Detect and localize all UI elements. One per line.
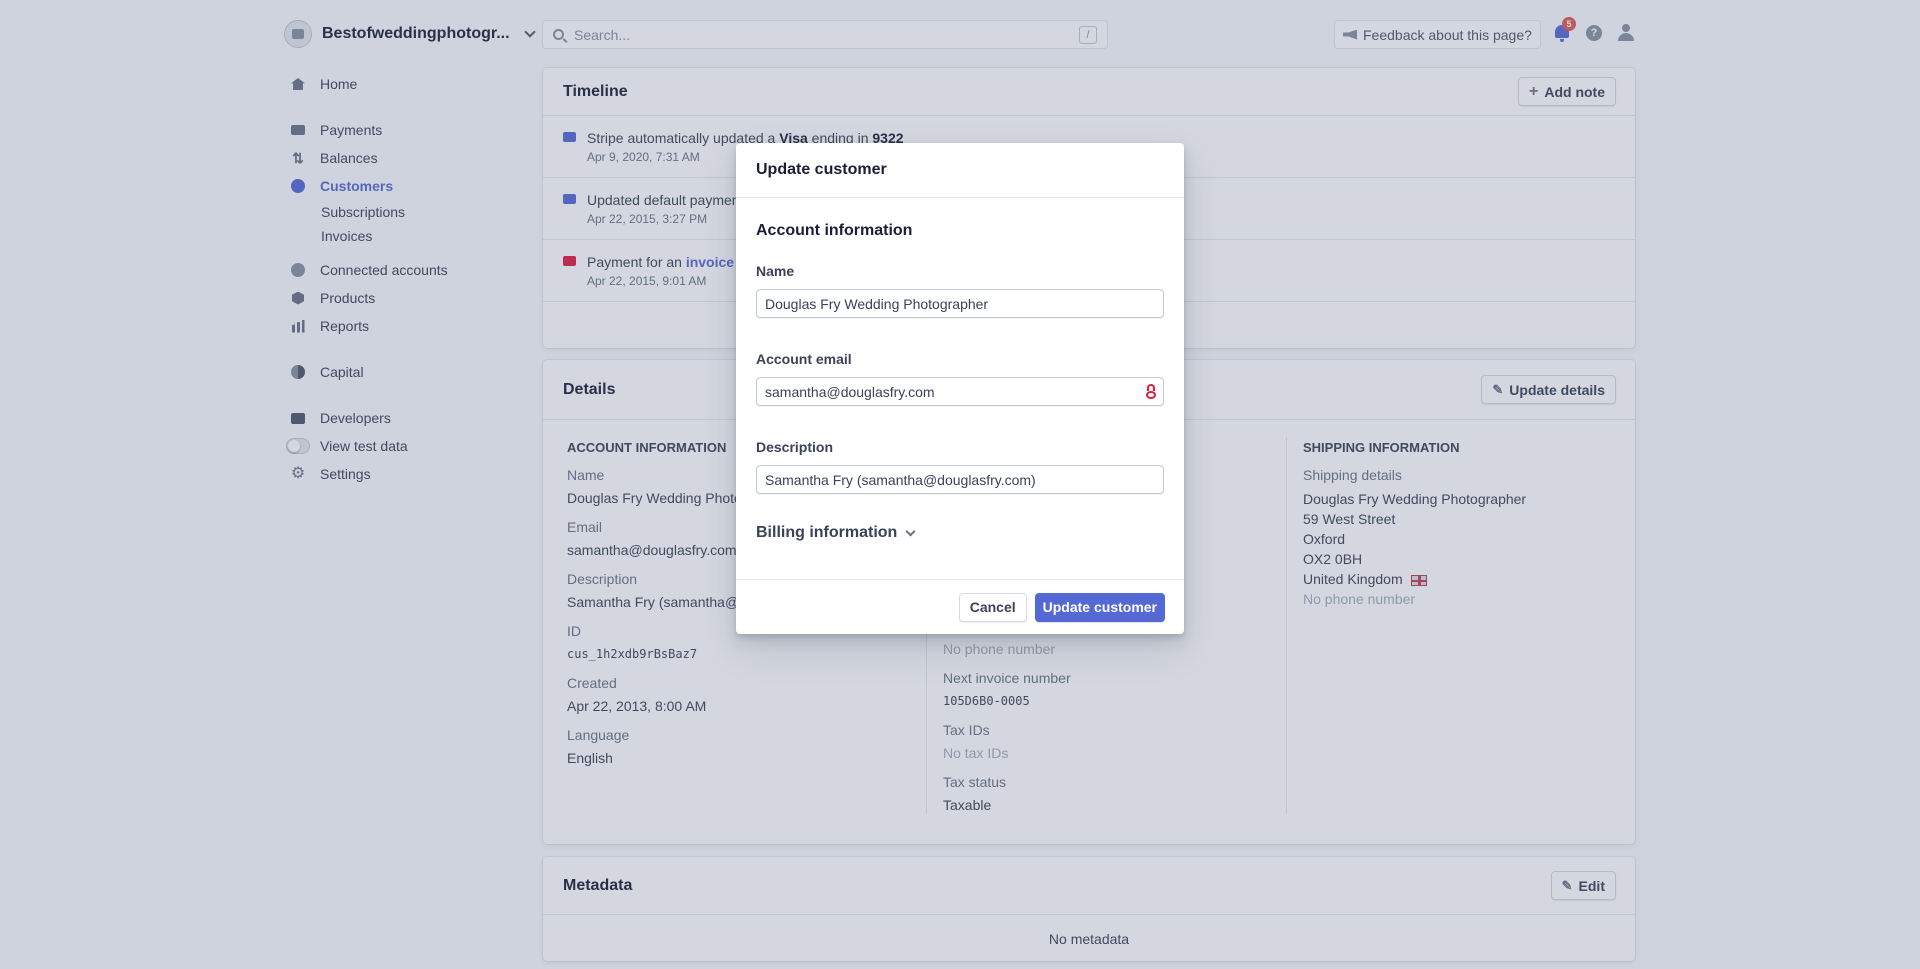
update-customer-button[interactable]: Update customer (1034, 592, 1165, 622)
modal-title: Update customer (736, 143, 1184, 198)
cancel-button[interactable]: Cancel (958, 592, 1027, 622)
description-field[interactable] (756, 465, 1164, 494)
account-email-field[interactable] (756, 377, 1164, 406)
lock-icon (1146, 384, 1156, 399)
account-information-heading: Account information (756, 222, 913, 239)
billing-information-toggle[interactable]: Billing information (756, 524, 1164, 542)
name-field[interactable] (756, 289, 1164, 318)
name-label: Name (756, 263, 795, 279)
description-label: Description (756, 439, 834, 455)
account-email-label: Account email (756, 351, 852, 367)
update-customer-modal: Update customer Account information Name… (736, 143, 1184, 634)
chevron-down-icon (905, 526, 916, 536)
